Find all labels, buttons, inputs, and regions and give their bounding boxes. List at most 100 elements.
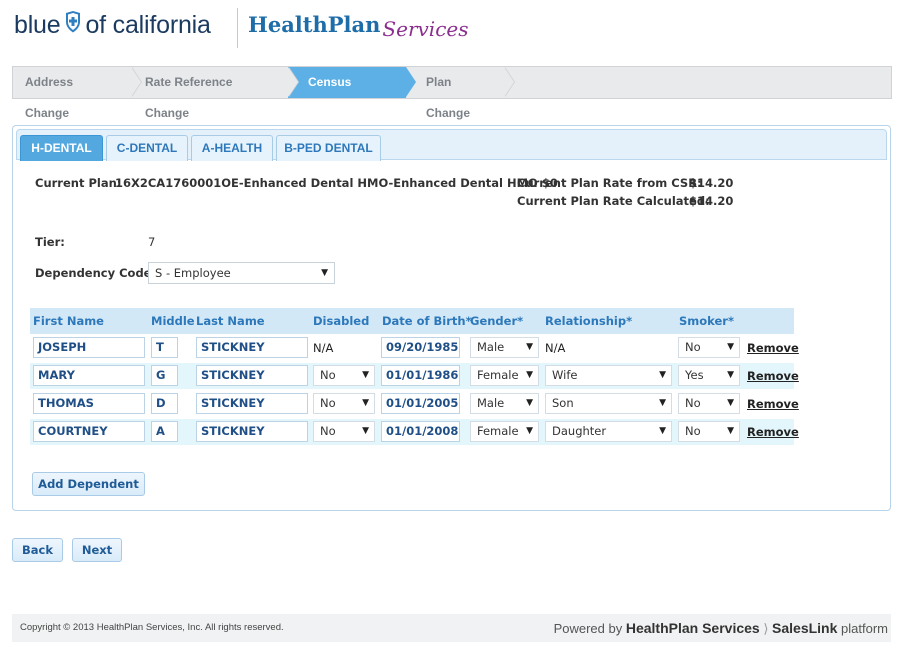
blue-shield-logo: blue of california [14,11,211,40]
last-name-input[interactable]: STICKNEY [196,365,308,386]
caret-down-icon: ▼ [526,426,533,436]
remove-link[interactable]: Remove [747,391,799,417]
disabled-select[interactable]: No ▼ [313,393,375,414]
smoker-select[interactable]: No ▼ [678,421,740,442]
copyright-text: Copyright © 2013 HealthPlan Services, In… [20,622,284,633]
tier-value: 7 [148,235,156,249]
dependents-table-header: First Name Middle Last Name Disabled Dat… [30,308,794,334]
disabled-value: No [320,396,336,410]
gender-select[interactable]: Male ▼ [470,337,539,358]
disabled-select[interactable]: No ▼ [313,365,375,386]
dependency-code-label: Dependency Code: [35,266,157,280]
remove-link[interactable]: Remove [747,335,799,361]
middle-initial-input[interactable]: A [151,421,178,442]
date-of-birth-input[interactable]: 01/01/2008 [381,421,460,442]
tab-b-ped-dental[interactable]: B-PED DENTAL [276,135,381,161]
powered-by-label: Powered by [553,621,623,636]
step-arrow [504,67,514,97]
middle-initial-input[interactable]: T [151,337,178,358]
disabled-value: No [320,424,336,438]
disabled-text: N/A [313,341,334,355]
disabled-select[interactable]: No ▼ [313,421,375,442]
relationship-value: Wife [552,368,578,382]
caret-down-icon: ▼ [321,268,328,278]
date-of-birth-input[interactable]: 09/20/1985 [381,337,460,358]
first-name-input[interactable]: MARY [33,365,145,386]
smoker-value: No [685,424,701,438]
dependency-code-select[interactable]: S - Employee ▼ [148,262,335,284]
col-first-name: First Name [33,314,104,328]
caret-down-icon: ▼ [727,342,734,352]
healthplan-services-logo: HealthPlan Services [248,12,469,41]
table-row: COURTNEY A STICKNEY No ▼ 01/01/2008 Femal… [30,419,799,445]
col-middle: Middle [151,314,195,328]
current-plan-label: Current Plan: [35,176,122,190]
step-rate-reference-change[interactable]: Rate Reference Change [131,67,299,120]
caret-down-icon: ▼ [727,370,734,380]
relationship-select[interactable]: Wife ▼ [545,365,672,386]
smoker-select[interactable]: Yes ▼ [678,365,740,386]
gender-select[interactable]: Female ▼ [470,421,539,442]
relationship-value: Son [552,396,574,410]
brand-main: HealthPlan [248,12,381,37]
first-name-input[interactable]: THOMAS [33,393,145,414]
remove-link[interactable]: Remove [747,419,799,445]
logo-text-of-california: of california [85,11,211,39]
caret-down-icon: ▼ [659,426,666,436]
disabled-value: No [320,368,336,382]
relationship-select[interactable]: Daughter ▼ [545,421,672,442]
last-name-input[interactable]: STICKNEY [196,337,308,358]
step-census-change[interactable]: Census Change [288,67,416,120]
first-name-input[interactable]: JOSEPH [33,337,145,358]
tab-c-dental[interactable]: C-DENTAL [106,135,188,161]
next-button[interactable]: Next [72,538,122,562]
step-address-change[interactable]: Address Change [13,67,142,120]
relationship-select[interactable]: Son ▼ [545,393,672,414]
caret-down-icon: ▼ [526,370,533,380]
smoker-value: Yes [685,368,704,382]
step-label: Census Change [308,75,353,120]
tier-label: Tier: [35,235,65,249]
back-button[interactable]: Back [12,538,63,562]
caret-down-icon: ▼ [526,398,533,408]
col-date-of-birth: Date of Birth* [382,314,472,328]
middle-initial-input[interactable]: D [151,393,178,414]
caret-down-icon: ▼ [362,370,369,380]
table-row: JOSEPH T STICKNEY N/A 09/20/1985 Male ▼ N… [30,335,799,361]
gender-select[interactable]: Male ▼ [470,393,539,414]
powered-suffix: platform [841,621,888,636]
last-name-input[interactable]: STICKNEY [196,393,308,414]
caret-down-icon: ▼ [659,370,666,380]
table-row: THOMAS D STICKNEY No ▼ 01/01/2005 Male ▼ S… [30,391,799,417]
gender-select[interactable]: Female ▼ [470,365,539,386]
middle-initial-input[interactable]: G [151,365,178,386]
tab-h-dental[interactable]: H-DENTAL [20,135,103,161]
first-name-input[interactable]: COURTNEY [33,421,145,442]
rate-csr-value: $14.20 [689,176,734,190]
rate-csr-label: Current Plan Rate from CSR: [517,176,702,190]
logo-text-blue: blue [14,11,61,39]
step-plan-change[interactable]: Plan Change [406,67,515,120]
smoker-select[interactable]: No ▼ [678,337,740,358]
tab-a-health[interactable]: A-HEALTH [191,135,273,161]
step-label: Rate Reference Change [145,75,233,120]
shield-icon [65,11,81,40]
step-arrow [406,67,416,97]
dependency-code-value: S - Employee [155,266,231,280]
relationship-text: N/A [545,341,566,355]
caret-down-icon: ▼ [727,426,734,436]
col-last-name: Last Name [196,314,265,328]
smoker-select[interactable]: No ▼ [678,393,740,414]
powered-brand: HealthPlan Services [625,620,760,636]
gender-value: Male [477,340,505,354]
relationship-value: Daughter [552,424,607,438]
add-dependent-button[interactable]: Add Dependent [32,472,145,496]
date-of-birth-input[interactable]: 01/01/2005 [381,393,460,414]
remove-link[interactable]: Remove [747,363,799,389]
rate-calc-value: $14.20 [689,194,734,208]
footer: Copyright © 2013 HealthPlan Services, In… [12,614,891,642]
date-of-birth-input[interactable]: 01/01/1986 [381,365,460,386]
col-relationship: Relationship* [545,314,633,328]
last-name-input[interactable]: STICKNEY [196,421,308,442]
smoker-value: No [685,396,701,410]
